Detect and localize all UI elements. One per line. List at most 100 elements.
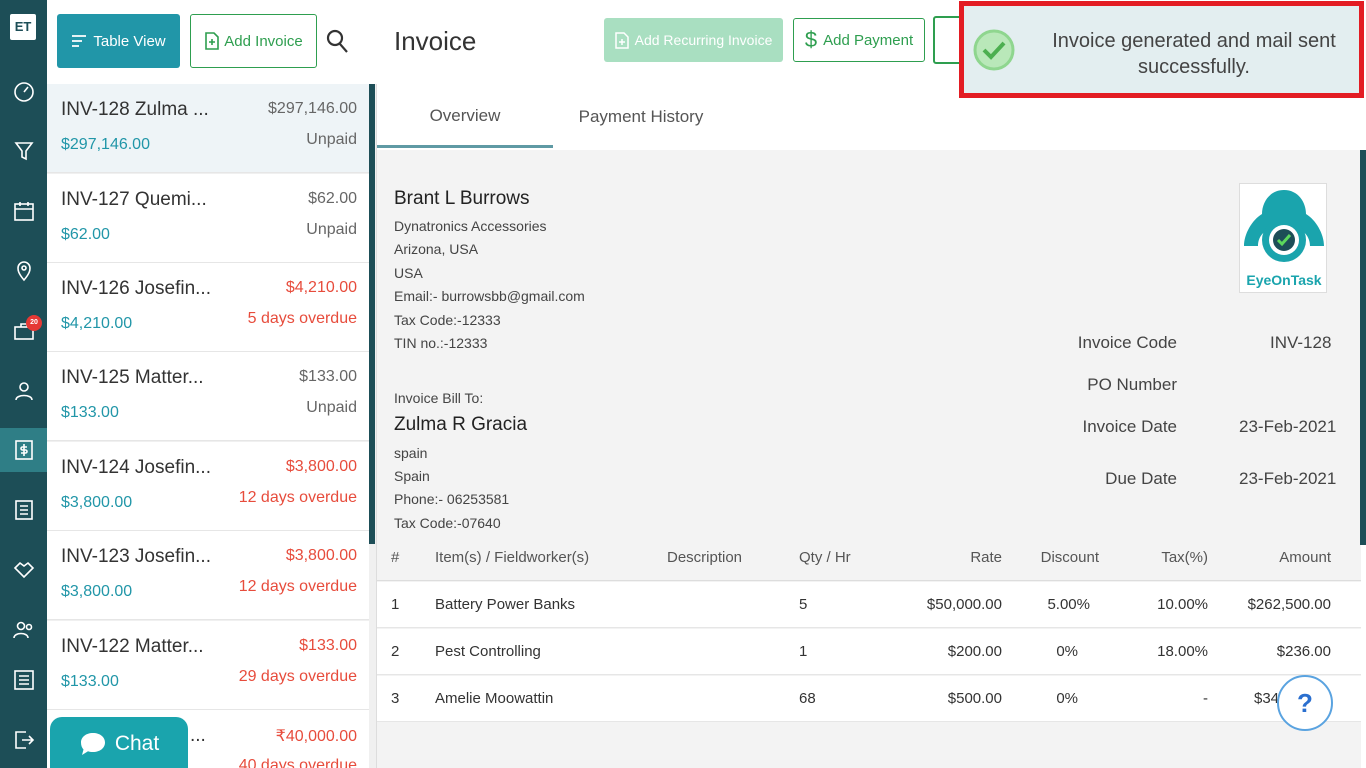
nav-rail: ET 20 [0, 0, 47, 768]
due-date-label: Due Date [1105, 469, 1177, 488]
settings-sliders-icon[interactable] [0, 658, 47, 702]
sender-tin: TIN no.:-12333 [394, 335, 488, 351]
invoice-status: 40 days overdue [238, 757, 357, 768]
row-amount: $236.00 [1276, 643, 1331, 660]
invoice-status: 12 days overdue [238, 489, 357, 506]
invoice-code-value: INV-128 [1270, 333, 1332, 352]
row-item: Pest Controlling [435, 643, 541, 660]
add-payment-button[interactable]: $ Add Payment [793, 18, 925, 62]
funnel-icon[interactable] [0, 129, 47, 173]
due-date-value: 23-Feb-2021 [1239, 469, 1337, 488]
invoice-balance: $3,800.00 [61, 494, 133, 511]
notification-badge: 20 [26, 315, 42, 331]
toast-line-1: Invoice generated and mail sent [1052, 30, 1336, 52]
users-icon[interactable] [0, 608, 47, 652]
bill-to-phone: Phone:- 06253581 [394, 491, 510, 507]
add-invoice-button[interactable]: Add Invoice [190, 14, 317, 68]
invoice-balance: $297,146.00 [61, 136, 150, 153]
col-tax: Tax(%) [1161, 549, 1208, 566]
bill-to-city: spain [394, 445, 428, 461]
toast-line-2: successfully. [1138, 56, 1250, 78]
invoice-list-item[interactable]: INV-124 Josefin... $3,800.00 $3,800.00 1… [47, 442, 369, 531]
invoice-list-item[interactable]: INV-127 Quemi... $62.00 $62.00 Unpaid [47, 174, 369, 263]
tab-payment-history[interactable]: Payment History [553, 86, 729, 148]
row-amount: $262,500.00 [1247, 596, 1331, 613]
invoice-name: INV-123 Josefin... [61, 546, 211, 567]
items-table-header: # Item(s) / Fieldworker(s) Description Q… [377, 535, 1361, 581]
sender-name: Brant L Burrows [394, 188, 530, 209]
chat-label: Chat [114, 732, 160, 755]
invoice-list-item[interactable]: INV-123 Josefin... $3,800.00 $3,800.00 1… [47, 531, 369, 620]
company-logo: EyeOnTask [1239, 183, 1327, 293]
detail-scrollbar[interactable] [1360, 150, 1366, 545]
page-title: Invoice [394, 26, 477, 56]
invoice-amount: $133.00 [299, 368, 357, 385]
list-scrollbar[interactable] [369, 84, 375, 544]
toast-message: Invoice generated and mail sent successf… [1024, 28, 1364, 80]
add-recurring-invoice-button[interactable]: Add Recurring Invoice [604, 18, 783, 62]
invoice-status: 29 days overdue [238, 668, 357, 685]
row-tax: - [1203, 690, 1208, 707]
table-row[interactable]: 3 Amelie Moowattin 68 $500.00 0% - $34 [377, 676, 1361, 722]
list-toolbar: Table View Add Invoice [47, 0, 377, 84]
invoice-overview: Brant L Burrows Dynatronics Accessories … [377, 150, 1361, 768]
tab-overview[interactable]: Overview [377, 86, 553, 148]
invoice-list-item[interactable]: INV-125 Matter... $133.00 $133.00 Unpaid [47, 352, 369, 441]
table-row[interactable]: 1 Battery Power Banks 5 $50,000.00 5.00%… [377, 582, 1361, 628]
invoice-name: ... [190, 725, 206, 746]
table-row[interactable]: 2 Pest Controlling 1 $200.00 0% 18.00% $… [377, 629, 1361, 675]
bill-to-country: Spain [394, 468, 430, 484]
col-item: Item(s) / Fieldworker(s) [435, 549, 590, 566]
handshake-icon[interactable] [0, 548, 47, 592]
success-toast: Invoice generated and mail sent successf… [959, 1, 1364, 98]
invoice-balance: $133.00 [61, 404, 119, 421]
invoice-amount: $3,800.00 [285, 458, 357, 475]
search-icon[interactable] [325, 28, 349, 54]
add-payment-label: Add Payment [823, 31, 914, 49]
row-discount: 5.00% [1047, 596, 1090, 613]
row-tax: 18.00% [1157, 643, 1208, 660]
help-button[interactable]: ? [1277, 675, 1333, 731]
invoice-amount: $297,146.00 [268, 100, 357, 117]
invoice-date-value: 23-Feb-2021 [1239, 417, 1337, 436]
map-pin-icon[interactable] [0, 249, 47, 293]
row-num: 2 [391, 643, 400, 660]
bill-to-tax-code: Tax Code:-07640 [394, 515, 501, 531]
col-discount: Discount [1040, 549, 1099, 566]
row-item: Amelie Moowattin [435, 690, 554, 707]
table-view-button[interactable]: Table View [57, 14, 180, 68]
row-discount: 0% [1056, 643, 1078, 660]
chat-button[interactable]: Chat [50, 717, 188, 768]
add-file-icon [205, 32, 220, 50]
col-num: # [391, 549, 400, 566]
row-num: 3 [391, 690, 400, 707]
invoice-list-item[interactable]: INV-122 Matter... $133.00 $133.00 29 day… [47, 621, 369, 710]
row-rate: $50,000.00 [926, 596, 1002, 613]
invoice-list-panel: Table View Add Invoice INV-128 Zulma ...… [47, 0, 377, 768]
invoice-list: INV-128 Zulma ... $297,146.00 $297,146.0… [47, 84, 369, 768]
dollar-icon[interactable] [0, 428, 47, 472]
invoice-list-item[interactable]: INV-126 Josefin... $4,210.00 $4,210.00 5… [47, 263, 369, 352]
invoice-name: INV-122 Matter... [61, 636, 204, 657]
row-tax: 10.00% [1157, 596, 1208, 613]
invoice-status: Unpaid [306, 399, 357, 416]
chat-bubble-icon [80, 733, 105, 755]
col-qty: Qty / Hr [799, 549, 851, 566]
dashboard-icon[interactable] [0, 69, 47, 113]
logout-icon[interactable] [0, 718, 47, 762]
user-icon[interactable] [0, 369, 47, 413]
invoice-balance: $133.00 [61, 673, 119, 690]
logo-text: EyeOnTask [1246, 272, 1322, 288]
col-description: Description [667, 549, 743, 566]
bill-to-label: Invoice Bill To: [394, 390, 484, 406]
invoice-list-item[interactable]: INV-128 Zulma ... $297,146.00 $297,146.0… [47, 84, 369, 173]
calendar-icon[interactable] [0, 189, 47, 233]
list-icon[interactable] [0, 488, 47, 532]
briefcase-icon[interactable]: 20 [0, 309, 47, 353]
sender-country: USA [394, 265, 423, 281]
invoice-amount: $3,800.00 [285, 547, 357, 564]
invoice-name: INV-125 Matter... [61, 367, 204, 388]
app-logo[interactable]: ET [10, 14, 36, 40]
row-item: Battery Power Banks [435, 596, 576, 613]
menu-icon [72, 35, 87, 47]
